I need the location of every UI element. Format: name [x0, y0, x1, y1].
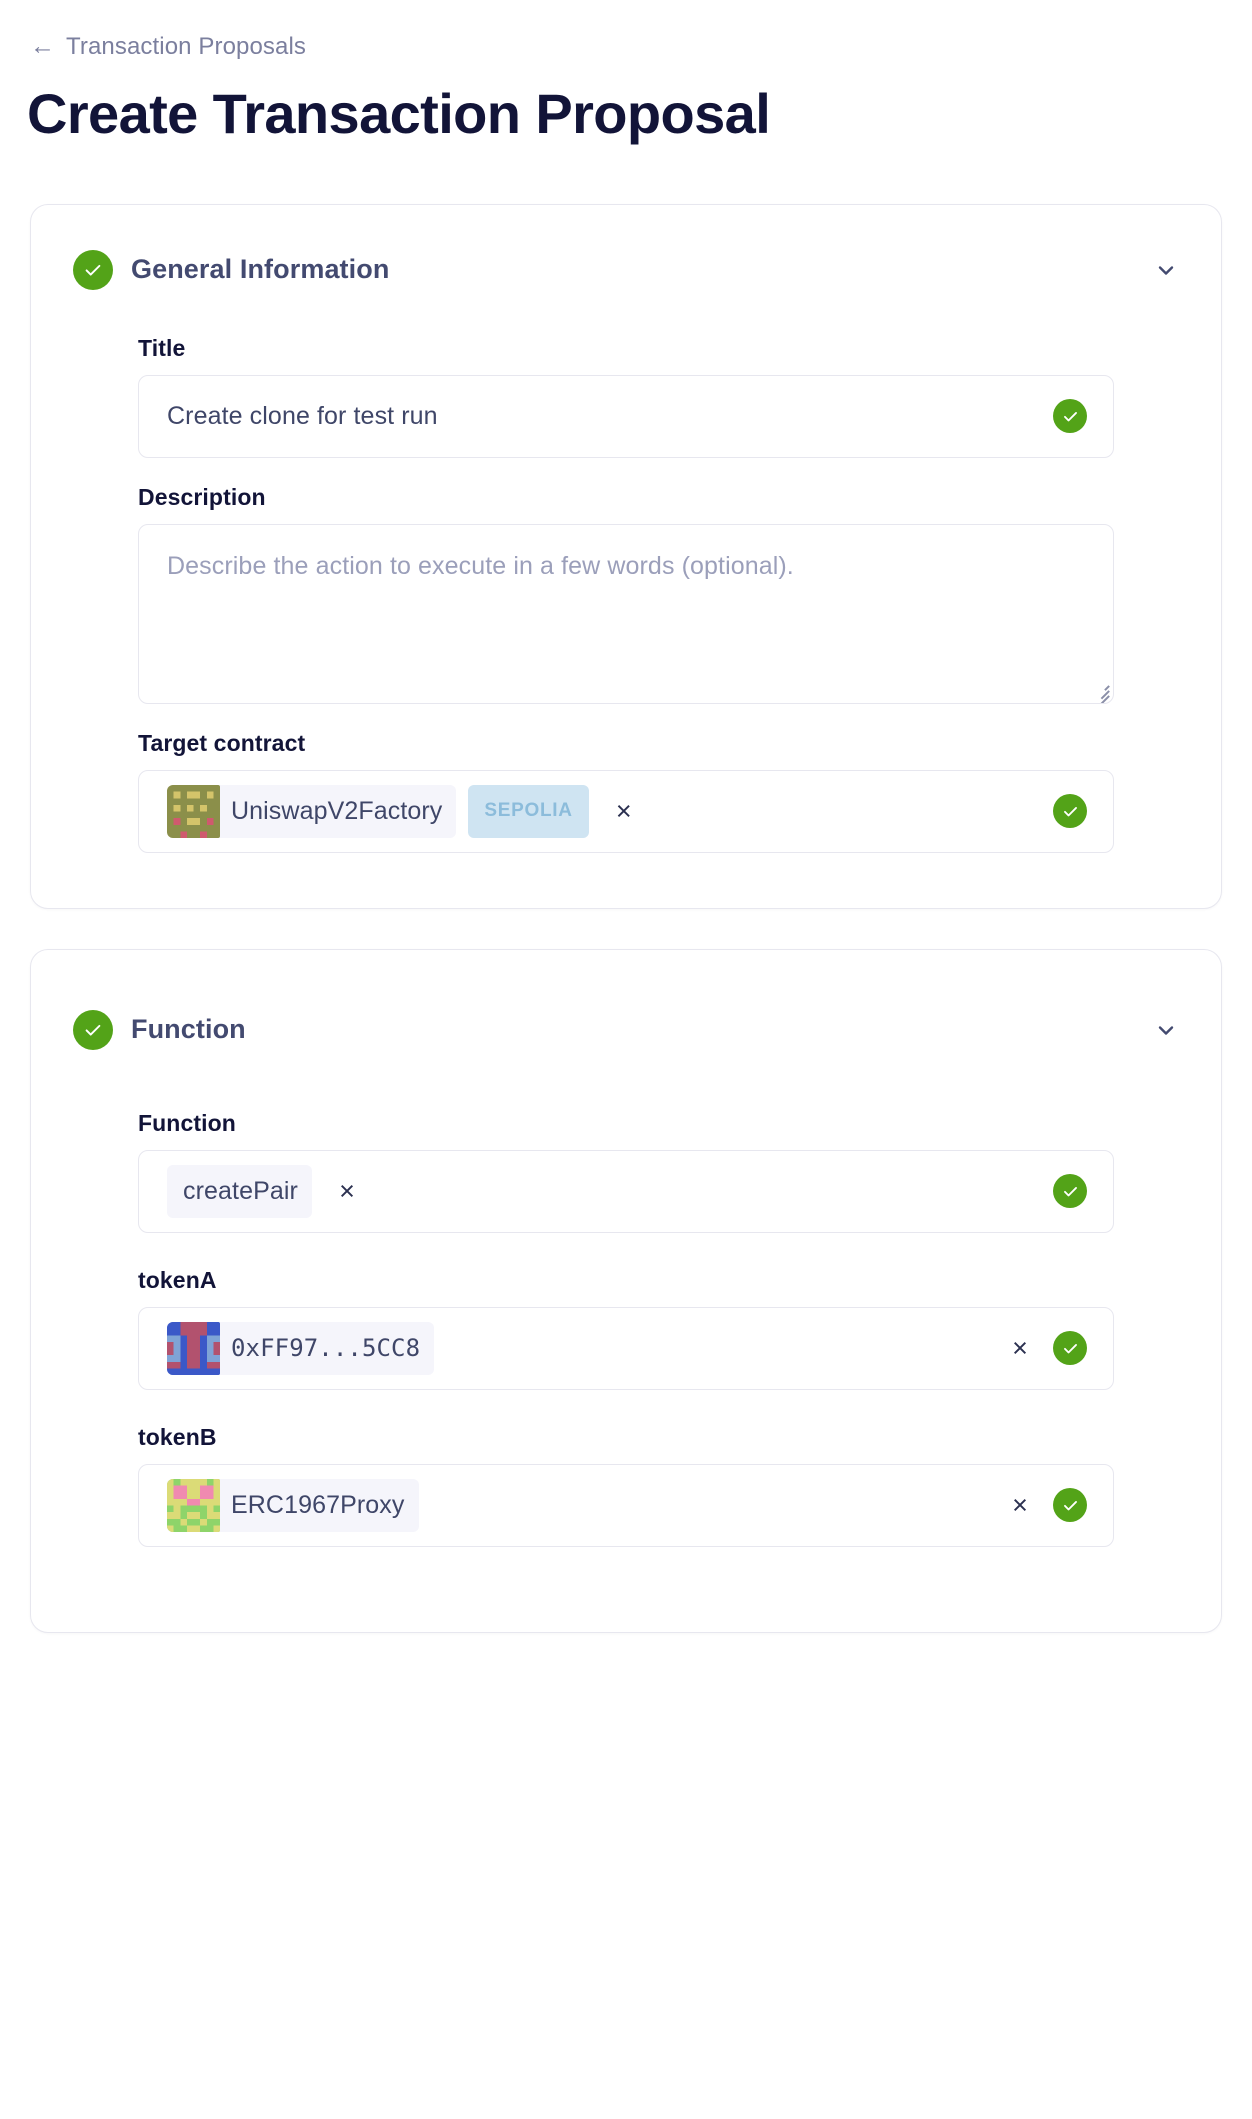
breadcrumb-back-link[interactable]: ← Transaction Proposals — [30, 33, 306, 61]
tokenb-input[interactable]: ERC1967Proxy × — [138, 1463, 1114, 1547]
function-chip-label: createPair — [183, 1176, 298, 1205]
card-function: Function Function createPair × tokenA 0x… — [30, 948, 1222, 1633]
description-placeholder: Describe the action to execute in a few … — [167, 551, 794, 580]
resize-grip-icon[interactable] — [1092, 682, 1110, 703]
tokena-chip-label: 0xFF97...5CC8 — [231, 1334, 421, 1363]
field-label-tokenb: tokenB — [138, 1423, 217, 1450]
target-contract-valid-check-icon — [1053, 794, 1087, 829]
title-input-value: Create clone for test run — [167, 401, 438, 430]
section-title: General Information — [131, 254, 390, 285]
identicon-green-pink-icon — [167, 1478, 220, 1532]
tokena-remove-icon[interactable]: × — [1003, 1331, 1037, 1365]
section-header-function[interactable]: Function — [31, 950, 1221, 1110]
field-description: Description Describe the action to execu… — [31, 484, 1221, 704]
field-label-function: Function — [138, 1109, 236, 1136]
field-tokena: tokenA 0xFF97...5CC8 × — [31, 1267, 1221, 1390]
target-contract-input[interactable]: UniswapV2Factory SEPOLIA × — [138, 769, 1114, 853]
network-badge-sepolia: SEPOLIA — [468, 784, 589, 838]
function-remove-icon[interactable]: × — [330, 1174, 364, 1208]
section-title: Function — [131, 1014, 246, 1045]
function-chip[interactable]: createPair — [167, 1164, 312, 1218]
tokena-chip[interactable]: 0xFF97...5CC8 — [167, 1321, 435, 1375]
title-input[interactable]: Create clone for test run — [138, 374, 1114, 458]
field-target-contract: Target contract UniswapV2Factory SEPOLIA… — [31, 730, 1221, 853]
title-valid-check-icon — [1053, 399, 1087, 434]
identicon-olive-icon — [167, 784, 220, 838]
page-title: Create Transaction Proposal — [27, 82, 771, 145]
tokenb-chip[interactable]: ERC1967Proxy — [167, 1478, 419, 1532]
field-tokenb: tokenB ERC1967Proxy × — [31, 1424, 1221, 1547]
description-textarea[interactable]: Describe the action to execute in a few … — [138, 523, 1114, 704]
field-label-tokena: tokenA — [138, 1266, 217, 1293]
field-label-description: Description — [138, 483, 266, 510]
card-general-information: General Information Title Create clone f… — [30, 203, 1222, 909]
target-contract-chip[interactable]: UniswapV2Factory — [167, 784, 457, 838]
target-contract-remove-icon[interactable]: × — [607, 794, 641, 828]
field-label-title: Title — [138, 334, 186, 361]
tokenb-remove-icon[interactable]: × — [1003, 1488, 1037, 1522]
create-transaction-proposal-page: ← Transaction Proposals Create Transacti… — [0, 33, 1252, 2119]
tokena-valid-check-icon — [1053, 1331, 1087, 1366]
field-function: Function createPair × — [31, 1110, 1221, 1233]
arrow-left-icon: ← — [30, 31, 55, 60]
check-circle-icon — [73, 1009, 113, 1050]
section-header-general-information[interactable]: General Information — [31, 205, 1221, 335]
chevron-down-icon[interactable] — [1153, 1017, 1179, 1043]
chevron-down-icon[interactable] — [1153, 257, 1179, 283]
tokenb-valid-check-icon — [1053, 1488, 1087, 1523]
check-circle-icon — [73, 249, 113, 290]
field-label-target-contract: Target contract — [138, 729, 306, 756]
identicon-blue-red-icon — [167, 1321, 220, 1375]
function-input[interactable]: createPair × — [138, 1149, 1114, 1233]
target-contract-chip-label: UniswapV2Factory — [231, 796, 443, 825]
field-title: Title Create clone for test run — [31, 335, 1221, 458]
tokenb-chip-label: ERC1967Proxy — [231, 1490, 405, 1519]
function-valid-check-icon — [1053, 1174, 1087, 1209]
tokena-input[interactable]: 0xFF97...5CC8 × — [138, 1306, 1114, 1390]
breadcrumb-label: Transaction Proposals — [66, 33, 306, 60]
